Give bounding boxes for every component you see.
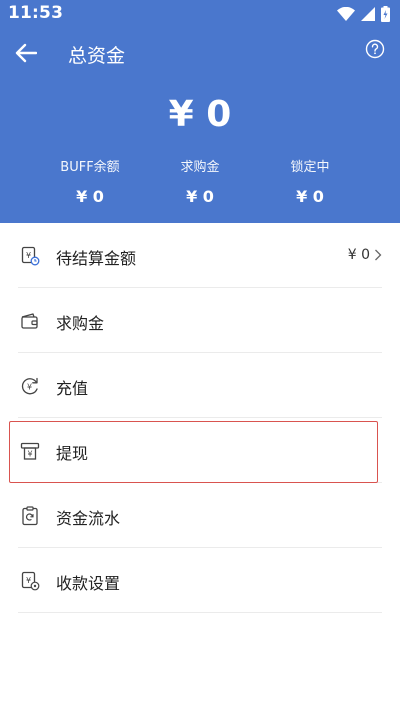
stat-label: BUFF余额 <box>60 160 120 175</box>
stat-value: ¥ 0 <box>186 187 214 206</box>
menu-item-payment-settings[interactable]: ¥ 收款设置 <box>18 548 382 613</box>
arrow-left-icon <box>15 43 37 63</box>
svg-text:¥: ¥ <box>27 450 32 459</box>
menu-item-recharge[interactable]: ¥ 充值 <box>18 353 382 418</box>
battery-icon <box>381 6 390 22</box>
stat-locked: 锁定中 ¥ 0 <box>260 156 360 206</box>
menu-item-pending-settlement[interactable]: ¥ 待结算金额 ¥ 0 <box>18 223 382 288</box>
menu-label: 求购金 <box>56 314 105 333</box>
page-title: 总资金 <box>68 45 126 67</box>
menu-trailing: ¥ 0 <box>348 247 382 263</box>
header: 11:53 总资金 ¥ 0 BUFF余额 ¥ 0 求购金 ¥ 0 锁定中 ¥ 0 <box>0 0 400 223</box>
stat-label: 锁定中 <box>290 160 330 175</box>
menu-item-purchase-funds[interactable]: 求购金 <box>18 288 382 353</box>
menu-item-withdraw[interactable]: ¥ 提现 <box>18 418 382 483</box>
status-bar: 11:53 <box>0 0 400 28</box>
payment-settings-icon: ¥ <box>21 571 40 591</box>
status-icons <box>337 5 390 23</box>
stat-purchase-funds: 求购金 ¥ 0 <box>150 156 250 206</box>
svg-text:¥: ¥ <box>27 383 32 392</box>
wallet-icon <box>21 313 38 329</box>
signal-icon <box>361 7 375 21</box>
withdraw-icon: ¥ <box>20 442 40 460</box>
menu-label: 待结算金额 <box>56 249 137 268</box>
help-button[interactable] <box>364 38 386 60</box>
menu-label: 提现 <box>56 444 89 463</box>
menu-list: ¥ 待结算金额 ¥ 0 求购金 ¥ 充值 ¥ 提现 资金流水 ¥ 收款设置 <box>0 223 400 613</box>
help-circle-icon <box>365 39 385 59</box>
menu-label: 充值 <box>56 379 89 398</box>
stat-buff-balance: BUFF余额 ¥ 0 <box>40 156 140 206</box>
total-amount: ¥ 0 <box>168 94 232 135</box>
stat-value: ¥ 0 <box>296 187 324 206</box>
svg-text:¥: ¥ <box>26 576 31 585</box>
stats-row: BUFF余额 ¥ 0 求购金 ¥ 0 锁定中 ¥ 0 <box>0 156 400 206</box>
svg-text:¥: ¥ <box>26 251 31 260</box>
stat-label: 求购金 <box>180 160 220 175</box>
menu-label: 收款设置 <box>56 574 121 593</box>
menu-item-transaction-history[interactable]: 资金流水 <box>18 483 382 548</box>
pending-amount: ¥ 0 <box>347 247 370 263</box>
back-button[interactable] <box>6 33 46 73</box>
status-time: 11:53 <box>8 3 64 23</box>
pending-settlement-icon: ¥ <box>21 246 40 266</box>
recharge-icon: ¥ <box>21 377 38 395</box>
app-bar: 总资金 <box>0 28 400 78</box>
stat-value: ¥ 0 <box>76 187 104 206</box>
menu-label: 资金流水 <box>56 509 121 528</box>
transaction-history-icon <box>22 506 38 526</box>
chevron-right-icon <box>375 249 382 261</box>
wifi-icon <box>337 7 355 21</box>
